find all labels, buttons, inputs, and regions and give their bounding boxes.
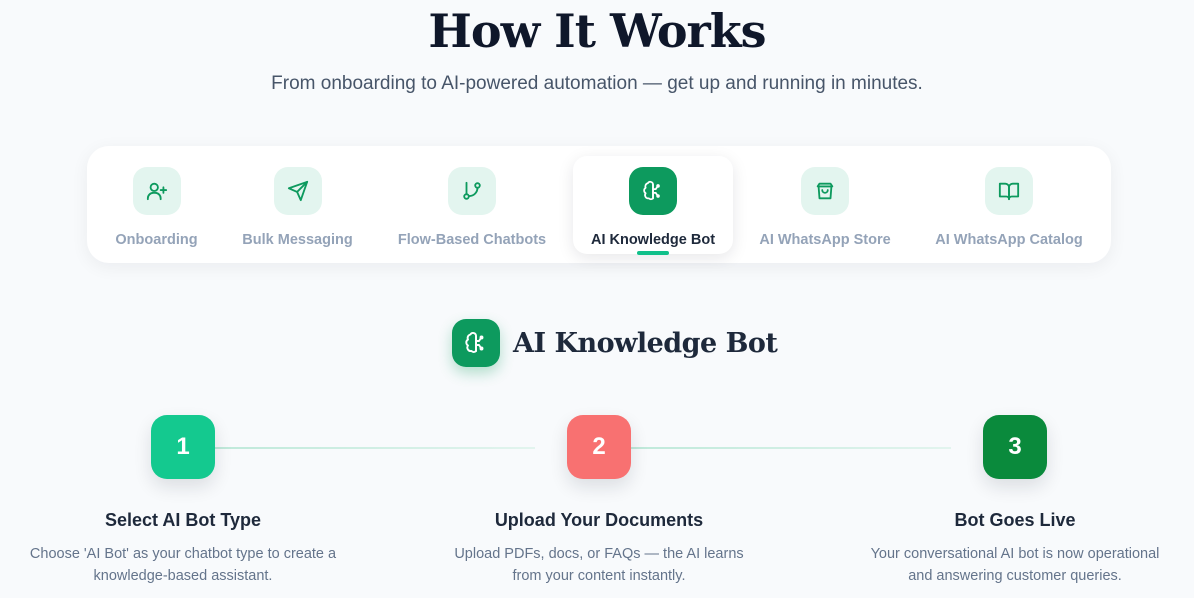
step-connector <box>631 447 951 449</box>
step-description: Upload PDFs, docs, or FAQs — the AI lear… <box>399 543 799 587</box>
shopping-bag-icon <box>801 167 849 215</box>
step-description-line: Choose 'AI Bot' as your chatbot type to … <box>29 546 337 562</box>
tab-label: AI WhatsApp Store <box>759 232 891 248</box>
tab-label: AI WhatsApp Catalog <box>935 232 1083 248</box>
step-description: Choose 'AI Bot' as your chatbot type to … <box>0 543 383 587</box>
step-description-line: knowledge-based assistant. <box>93 568 273 584</box>
step-connector <box>215 447 535 449</box>
feature-tabs: Onboarding Bulk Messaging Flow-Based Cha… <box>87 146 1111 263</box>
active-tab-indicator <box>637 251 669 255</box>
step-description-line: and answering customer queries. <box>908 568 1122 584</box>
brain-icon <box>452 319 500 367</box>
page-subtitle: From onboarding to AI-powered automation… <box>271 73 923 94</box>
book-open-icon <box>985 167 1033 215</box>
step-title: Upload Your Documents <box>494 510 704 530</box>
tab-ai-whatsapp-store[interactable]: AI WhatsApp Store <box>754 146 896 263</box>
send-icon <box>273 167 322 215</box>
tab-onboarding[interactable]: Onboarding <box>104 146 209 263</box>
step-title: Bot Goes Live <box>954 510 1076 530</box>
brain-icon <box>629 167 677 215</box>
step-description-line: Upload PDFs, docs, or FAQs — the AI lear… <box>454 546 744 562</box>
tab-label: Flow-Based Chatbots <box>397 232 547 248</box>
step-number-badge: 2 <box>567 415 631 479</box>
step-number-badge: 3 <box>983 415 1047 479</box>
tab-ai-whatsapp-catalog[interactable]: AI WhatsApp Catalog <box>925 146 1093 263</box>
step-number-badge: 1 <box>151 415 215 479</box>
step-description-line: Your conversational AI bot is now operat… <box>870 546 1160 562</box>
step-title: Select AI Bot Type <box>104 510 262 530</box>
step-description: Your conversational AI bot is now operat… <box>815 543 1194 587</box>
section-header: AI Knowledge Bot <box>452 319 778 367</box>
git-branch-icon <box>448 167 496 215</box>
tab-ai-knowledge-bot[interactable]: AI Knowledge Bot <box>573 156 733 255</box>
tab-label: Onboarding <box>115 232 198 248</box>
tab-label: AI Knowledge Bot <box>590 232 716 248</box>
step-description-line: from your content instantly. <box>512 568 686 584</box>
section-title: AI Knowledge Bot <box>513 327 778 359</box>
tab-bulk-messaging[interactable]: Bulk Messaging <box>235 146 360 263</box>
tab-label: Bulk Messaging <box>242 232 353 248</box>
tab-flow-based-chatbots[interactable]: Flow-Based Chatbots <box>391 146 553 263</box>
user-plus-icon <box>132 167 181 215</box>
page-title: How It Works <box>428 4 766 58</box>
